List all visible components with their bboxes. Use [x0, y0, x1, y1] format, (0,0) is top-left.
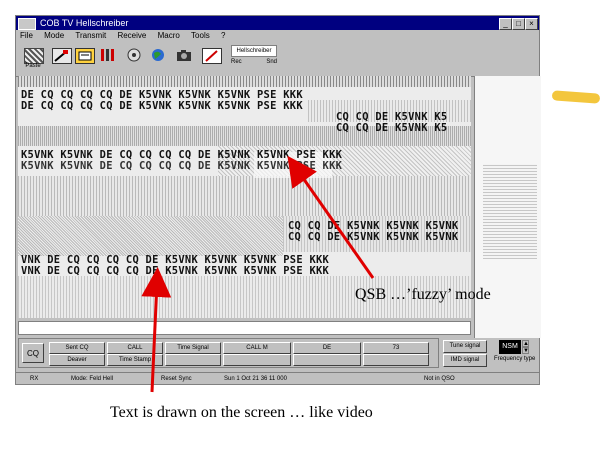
annotation-arrows: [141, 155, 375, 393]
qsb-annotation: QSB …’fuzzy’ mode: [355, 286, 491, 303]
text-arrow: [141, 267, 172, 393]
qsb-arrow: [287, 155, 375, 279]
video-annotation: Text is drawn on the screen … like video: [110, 404, 373, 421]
